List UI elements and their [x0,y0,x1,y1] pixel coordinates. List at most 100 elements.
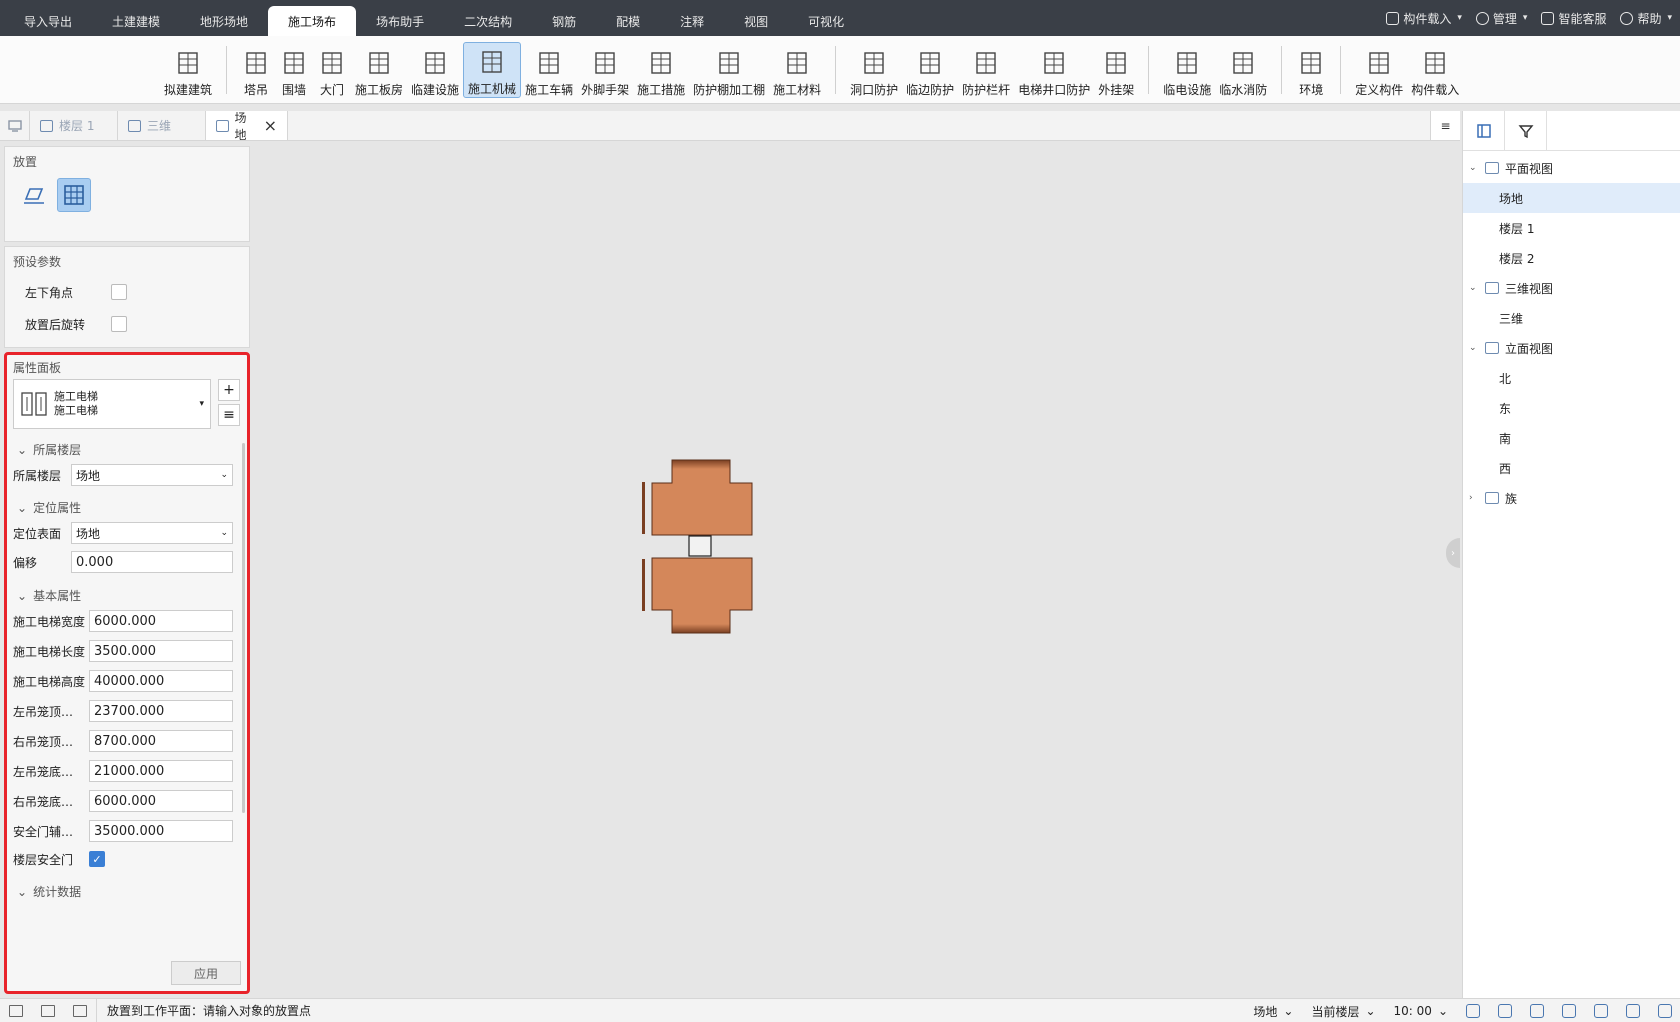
apply-button[interactable]: 应用 [171,961,241,985]
tree-item-plan-2[interactable]: 楼层 2 [1463,243,1680,273]
property-input[interactable]: 6000.000 [89,790,233,812]
help-menu[interactable]: 帮助 ▾ [1620,10,1672,27]
smart-service-button[interactable]: 智能客服 [1541,10,1606,27]
ribbon-measure-button[interactable]: 施工措施 [633,42,689,98]
ribbon-machinery-button[interactable]: 施工机械 [463,41,522,98]
menu-tab-1[interactable]: 土建建模 [92,6,180,36]
menu-tab-8[interactable]: 注释 [660,6,724,36]
ribbon-tree-button[interactable]: 环境 [1292,42,1330,98]
ribbon-temp-facility-button[interactable]: 临建设施 [407,42,463,98]
menu-tab-4[interactable]: 场布助手 [356,6,444,36]
filter-button[interactable] [1505,111,1547,151]
ribbon-define-button[interactable]: 定义构件 [1351,42,1407,98]
tab-site[interactable]: 场地 × [206,111,288,142]
time-dropdown[interactable]: 10: 00 ⌄ [1394,1004,1448,1018]
menu-tab-6[interactable]: 钢筋 [532,6,596,36]
section-stats[interactable]: ⌄ 统计数据 [17,883,81,900]
tree-item-elev-2[interactable]: 南 [1463,423,1680,453]
ribbon-building-button[interactable]: 拟建建筑 [160,42,216,98]
ribbon-scaffold-button[interactable]: 外脚手架 [577,42,633,98]
menu-tab-10[interactable]: 可视化 [788,6,864,36]
chevron-down-icon[interactable]: ⌄ [1469,283,1481,293]
chevron-down-icon[interactable]: ⌄ [1469,343,1481,353]
panel-toggle-button[interactable] [1463,111,1505,151]
zoom-icon[interactable] [1626,1004,1640,1018]
property-input[interactable]: 3500.000 [89,640,233,662]
type-selector[interactable]: 施工电梯 施工电梯 ▾ [13,379,211,429]
tab-3d[interactable]: 三维 [118,111,206,140]
property-input[interactable]: 6000.000 [89,610,233,632]
ribbon-railing-button[interactable]: 防护栏杆 [958,42,1014,98]
menu-tab-2[interactable]: 地形场地 [180,6,268,36]
tree-family[interactable]: › 族 [1463,483,1680,513]
floor-door-checkbox[interactable]: ✓ [89,851,105,867]
ribbon-gate-button[interactable]: 大门 [313,42,351,98]
tree-item-elev-0[interactable]: 北 [1463,363,1680,393]
place-on-grid-button[interactable] [57,178,91,212]
display-icon[interactable] [1562,1004,1576,1018]
hamburger-menu-icon[interactable]: ≡ [1430,111,1460,140]
add-type-button[interactable]: + [218,379,240,401]
component-load-menu[interactable]: 构件载入 ▾ [1386,10,1462,27]
layout-3-icon[interactable] [73,1004,87,1017]
light-icon[interactable] [1530,1004,1544,1018]
property-input[interactable]: 8700.000 [89,730,233,752]
ribbon-material-button[interactable]: 施工材料 [769,42,825,98]
property-input[interactable]: 21000.000 [89,760,233,782]
tree-item-elev-3[interactable]: 西 [1463,453,1680,483]
property-input[interactable]: 35000.000 [89,820,233,842]
menu-tab-5[interactable]: 二次结构 [444,6,532,36]
ribbon-load-button[interactable]: 构件载入 [1407,42,1463,98]
ribbon-edge-guard-button[interactable]: 临边防护 [902,42,958,98]
tree-3d-views[interactable]: ⌄ 三维视图 [1463,273,1680,303]
type-list-button[interactable]: ≡ [218,404,240,426]
manage-menu[interactable]: 管理 ▾ [1475,10,1527,27]
ribbon-board-house-button[interactable]: 施工板房 [351,42,407,98]
ribbon-vehicle-button[interactable]: 施工车辆 [521,42,577,98]
current-floor-dropdown[interactable]: 当前楼层 ⌄ [1311,1003,1375,1020]
floor-select[interactable]: 场地 ⌄ [71,464,233,486]
menu-tab-3[interactable]: 施工场布 [268,6,357,36]
rotate-after-place-checkbox[interactable] [111,316,127,332]
property-input[interactable]: 40000.000 [89,670,233,692]
tree-item-3d-0[interactable]: 三维 [1463,303,1680,333]
tab-list-button[interactable] [0,111,30,140]
bottom-left-checkbox[interactable] [111,284,127,300]
visibility-icon[interactable] [1498,1004,1512,1018]
drawing-canvas[interactable]: › [252,142,1460,998]
tree-item-plan-0[interactable]: 场地 [1463,183,1680,213]
section-basic[interactable]: ⌄ 基本属性 [17,587,81,604]
ribbon-hydrant-button[interactable]: 临水消防 [1215,42,1271,98]
tree-elevation-views[interactable]: ⌄ 立面视图 [1463,333,1680,363]
section-floor[interactable]: ⌄ 所属楼层 [17,441,81,458]
ribbon-hanging-frame-button[interactable]: 外挂架 [1094,42,1138,98]
surface-select[interactable]: 场地 ⌄ [71,522,233,544]
tree-plan-views[interactable]: ⌄ 平面视图 [1463,153,1680,183]
cube-icon[interactable] [1658,1004,1672,1018]
ribbon-shaft-guard-button[interactable]: 电梯井口防护 [1014,42,1094,98]
chevron-down-icon[interactable]: ⌄ [1469,163,1481,173]
offset-input[interactable]: 0.000 [71,551,233,573]
sun-icon[interactable] [1466,1004,1480,1018]
layout-1-icon[interactable] [9,1004,23,1017]
ribbon-opening-guard-button[interactable]: 洞口防护 [846,42,902,98]
layout-2-icon[interactable] [41,1004,55,1017]
close-icon[interactable]: × [264,116,277,135]
grid-view-icon[interactable] [1594,1004,1608,1018]
property-input[interactable]: 23700.000 [89,700,233,722]
ribbon-wall-button[interactable]: 围墙 [275,42,313,98]
ribbon-power-button[interactable]: 临电设施 [1159,42,1215,98]
tree-item-elev-1[interactable]: 东 [1463,393,1680,423]
ribbon-crane-button[interactable]: 塔吊 [237,42,275,98]
tab-floor-1[interactable]: 楼层 1 [30,111,118,140]
ribbon-shed-button[interactable]: 防护棚加工棚 [689,42,769,98]
menu-tab-7[interactable]: 配模 [596,6,660,36]
site-dropdown[interactable]: 场地 ⌄ [1253,1003,1293,1020]
construction-elevator-plan[interactable] [642,459,753,634]
menu-tab-9[interactable]: 视图 [724,6,788,36]
properties-scrollbar[interactable] [242,443,245,813]
place-on-workplane-button[interactable] [17,178,51,212]
tree-item-plan-1[interactable]: 楼层 1 [1463,213,1680,243]
section-position[interactable]: ⌄ 定位属性 [17,499,81,516]
menu-tab-0[interactable]: 导入导出 [4,6,92,36]
